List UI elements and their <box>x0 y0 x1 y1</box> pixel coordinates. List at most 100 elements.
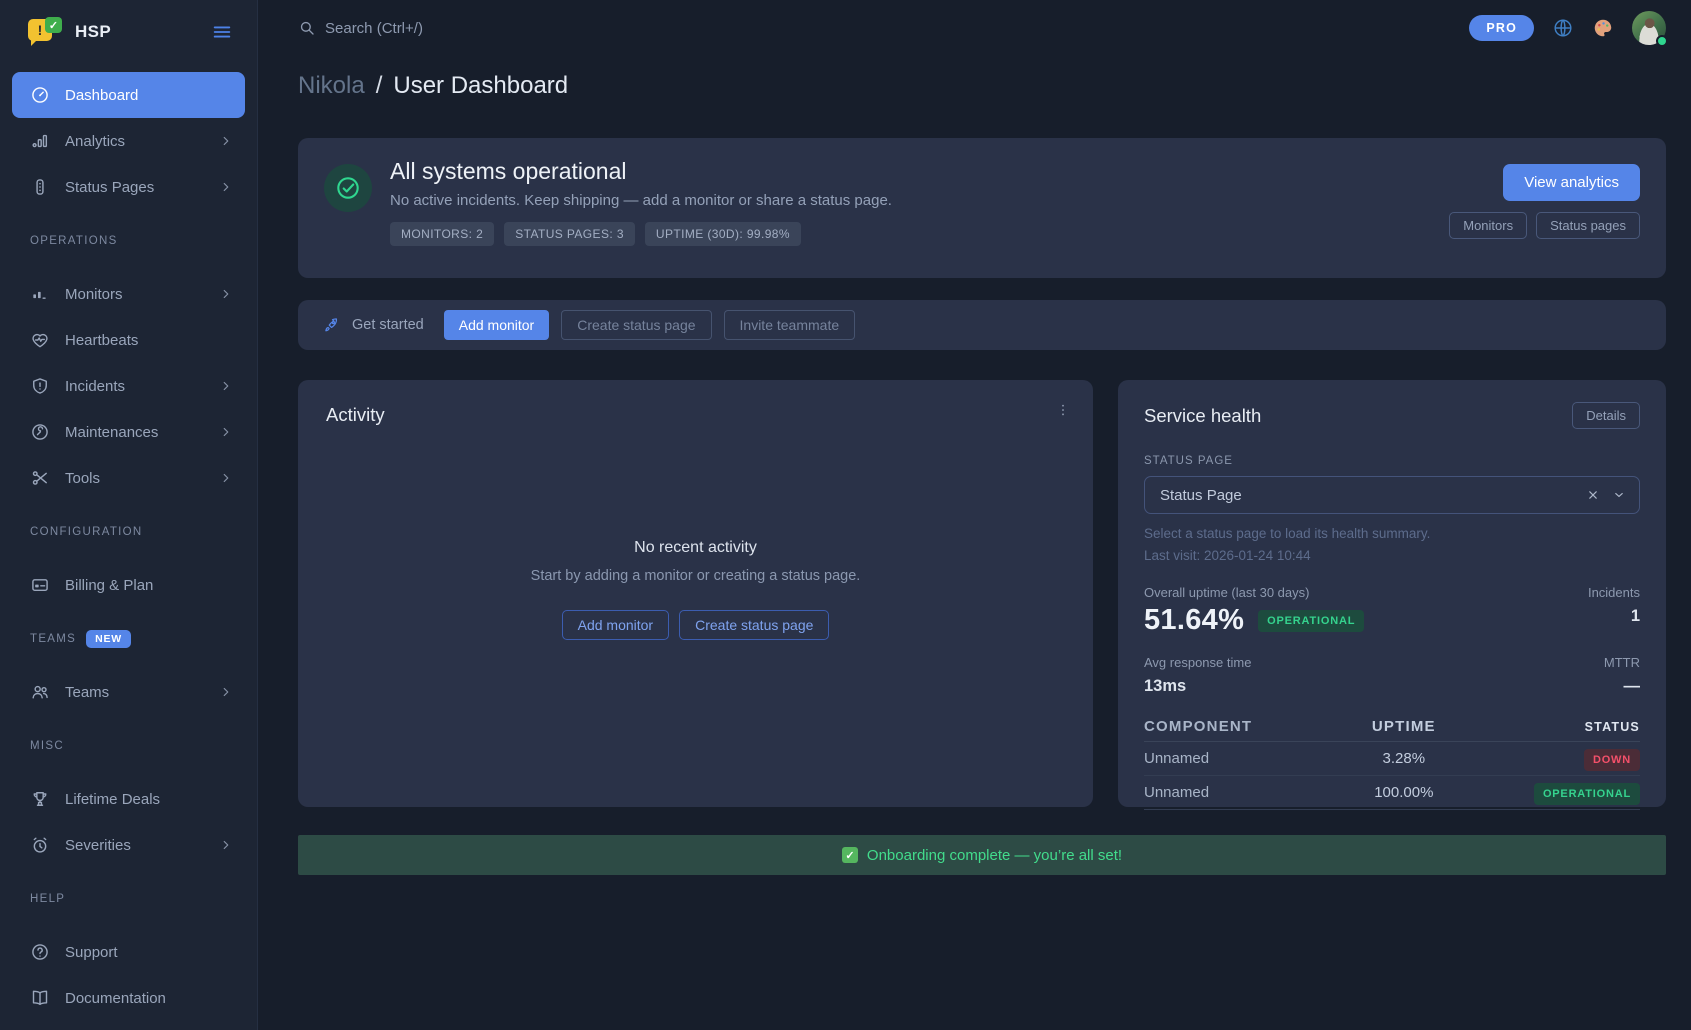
last-visit-text: Last visit: 2026-01-24 10:44 <box>1144 548 1640 563</box>
gauge-icon <box>30 85 50 105</box>
sidebar-item-documentation[interactable]: Documentation <box>12 975 245 1021</box>
cards-grid: Activity No recent activity Start by add… <box>298 380 1666 807</box>
sidebar-item-severities[interactable]: Severities <box>12 822 245 868</box>
overall-uptime-label: Overall uptime (last 30 days) <box>1144 585 1364 600</box>
sidebar-item-label: Monitors <box>65 286 204 303</box>
search-label: Search (Ctrl+/) <box>325 20 423 37</box>
chevron-right-icon <box>219 838 233 852</box>
help-circle-icon <box>30 942 50 962</box>
sidebar-nav: Dashboard Analytics Status Pages OPERATI… <box>0 64 257 1030</box>
avg-response-label: Avg response time <box>1144 655 1251 670</box>
sidebar-section-configuration: CONFIGURATION <box>30 521 245 542</box>
status-pages-count-badge: STATUS PAGES: 3 <box>504 222 635 246</box>
users-icon <box>30 682 50 702</box>
chevron-right-icon <box>219 180 233 194</box>
table-row: Unnamed 100.00% OPERATIONAL <box>1144 776 1640 810</box>
sidebar-item-label: Status Pages <box>65 179 204 196</box>
response-stats-row: Avg response time 13ms MTTR — <box>1144 655 1640 696</box>
hsp-logo[interactable]: ! ✓ <box>28 17 62 47</box>
kebab-menu-icon[interactable] <box>1055 402 1071 418</box>
invite-teammate-button[interactable]: Invite teammate <box>724 310 856 340</box>
sidebar-item-support[interactable]: Support <box>12 929 245 975</box>
details-button[interactable]: Details <box>1572 402 1640 429</box>
status-page-select-value: Status Page <box>1160 487 1242 504</box>
component-name: Unnamed <box>1144 784 1325 801</box>
pro-plan-badge[interactable]: PRO <box>1469 15 1534 41</box>
column-header-status: STATUS <box>1483 720 1640 734</box>
sidebar-item-label: Billing & Plan <box>65 577 233 594</box>
sidebar-item-label: Heartbeats <box>65 332 233 349</box>
credit-card-icon <box>30 575 50 595</box>
incidents-value: 1 <box>1588 607 1640 626</box>
hamburger-menu-icon[interactable] <box>211 21 233 43</box>
heart-pulse-icon <box>30 330 50 350</box>
incidents-stat: Incidents 1 <box>1588 585 1640 626</box>
create-status-page-button[interactable]: Create status page <box>561 310 711 340</box>
globe-language-icon[interactable] <box>1552 17 1574 39</box>
sidebar-item-maintenances[interactable]: Maintenances <box>12 409 245 455</box>
add-monitor-button[interactable]: Add monitor <box>444 310 549 340</box>
topbar: Search (Ctrl+/) PRO <box>298 0 1666 56</box>
wrench-circle-icon <box>30 422 50 442</box>
breadcrumb-parent[interactable]: Nikola <box>298 72 365 100</box>
search-input[interactable]: Search (Ctrl+/) <box>298 19 423 37</box>
check-circle-icon <box>324 164 372 212</box>
sidebar-item-lifetime-deals[interactable]: Lifetime Deals <box>12 776 245 822</box>
breadcrumb: Nikola / User Dashboard <box>298 72 1666 100</box>
status-page-select[interactable]: Status Page <box>1144 476 1640 514</box>
sidebar-item-monitors[interactable]: Monitors <box>12 271 245 317</box>
view-analytics-button[interactable]: View analytics <box>1503 164 1640 201</box>
column-header-component: COMPONENT <box>1144 718 1325 735</box>
service-health-header: Service health Details <box>1144 402 1640 429</box>
sidebar-item-label: Incidents <box>65 378 204 395</box>
status-page-select-label: STATUS PAGE <box>1144 455 1640 467</box>
column-header-uptime: UPTIME <box>1325 718 1482 735</box>
sidebar-section-operations: OPERATIONS <box>30 230 245 251</box>
empty-state-title: No recent activity <box>634 539 757 557</box>
scissors-tools-icon <box>30 468 50 488</box>
bar-chart-icon <box>30 131 50 151</box>
sidebar-item-analytics[interactable]: Analytics <box>12 118 245 164</box>
sidebar-section-misc: MISC <box>30 735 245 756</box>
hero-body: All systems operational No active incide… <box>390 138 892 278</box>
sidebar-item-teams[interactable]: Teams <box>12 669 245 715</box>
new-badge: NEW <box>86 630 131 648</box>
clear-x-icon[interactable] <box>1586 488 1600 502</box>
uptime-stats-row: Overall uptime (last 30 days) 51.64% OPE… <box>1144 585 1640 637</box>
chevron-right-icon <box>219 379 233 393</box>
operational-status-badge: OPERATIONAL <box>1258 610 1364 632</box>
sidebar-item-label: Teams <box>65 684 204 701</box>
sidebar-item-billing-plan[interactable]: Billing & Plan <box>12 562 245 608</box>
monitor-bars-icon <box>30 284 50 304</box>
empty-state-actions: Add monitor Create status page <box>562 610 830 640</box>
overall-uptime-value: 51.64% <box>1144 604 1244 637</box>
sidebar-header: ! ✓ HSP <box>0 0 257 64</box>
user-avatar[interactable] <box>1632 11 1666 45</box>
theme-palette-icon[interactable] <box>1592 17 1614 39</box>
create-status-page-button[interactable]: Create status page <box>679 610 829 640</box>
alarm-clock-icon <box>30 835 50 855</box>
sidebar: ! ✓ HSP Dashboard Analytics S <box>0 0 258 1030</box>
down-status-badge: DOWN <box>1584 749 1640 771</box>
sidebar-item-label: Lifetime Deals <box>65 791 233 808</box>
service-health-card: Service health Details STATUS PAGE Statu… <box>1118 380 1666 807</box>
monitors-button[interactable]: Monitors <box>1449 212 1527 239</box>
onboarding-banner-text: Onboarding complete — you’re all set! <box>867 847 1122 864</box>
hero-title: All systems operational <box>390 158 892 185</box>
sidebar-item-dashboard[interactable]: Dashboard <box>12 72 245 118</box>
sidebar-item-status-pages[interactable]: Status Pages <box>12 164 245 210</box>
sidebar-item-incidents[interactable]: Incidents <box>12 363 245 409</box>
chevron-right-icon <box>219 425 233 439</box>
get-started-bar: Get started Add monitor Create status pa… <box>298 300 1666 350</box>
status-pages-button[interactable]: Status pages <box>1536 212 1640 239</box>
shield-alert-icon <box>30 376 50 396</box>
add-monitor-button[interactable]: Add monitor <box>562 610 669 640</box>
incidents-label: Incidents <box>1588 585 1640 600</box>
mttr-label: MTTR <box>1604 655 1640 670</box>
sidebar-item-heartbeats[interactable]: Heartbeats <box>12 317 245 363</box>
components-table: COMPONENT UPTIME STATUS Unnamed 3.28% DO… <box>1144 712 1640 810</box>
chevron-down-icon[interactable] <box>1612 488 1626 502</box>
select-helper-text: Select a status page to load its health … <box>1144 526 1640 541</box>
sidebar-item-label: Documentation <box>65 990 233 1007</box>
sidebar-item-tools[interactable]: Tools <box>12 455 245 501</box>
